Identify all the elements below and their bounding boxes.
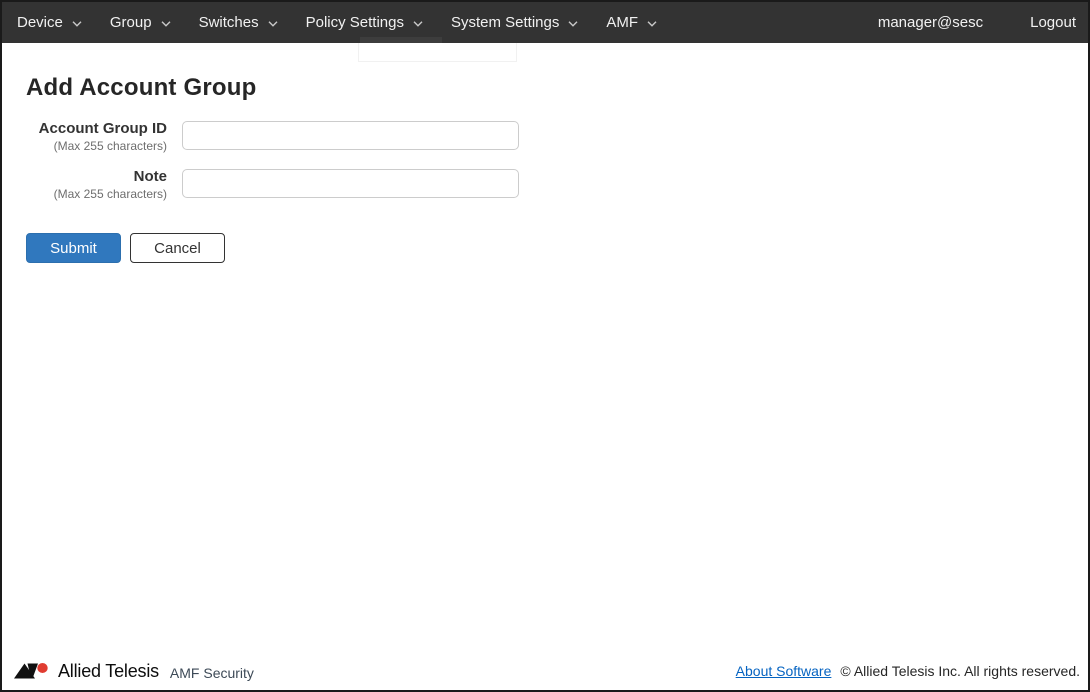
nav-item-label: System Settings bbox=[450, 14, 560, 31]
nav-item-label: AMF bbox=[606, 14, 639, 31]
footer-links: About Software © Allied Telesis Inc. All… bbox=[736, 663, 1080, 679]
note-hint: (Max 255 characters) bbox=[53, 187, 167, 201]
nav-item-group[interactable]: Group bbox=[108, 10, 173, 35]
nav-item-policy-settings[interactable]: Policy Settings bbox=[304, 10, 425, 35]
nav-item-label: Group bbox=[109, 14, 152, 31]
account-group-id-label-block: Account Group ID (Max 255 characters) bbox=[2, 120, 167, 153]
cancel-button[interactable]: Cancel bbox=[130, 233, 225, 263]
allied-telesis-logo-icon bbox=[14, 663, 48, 679]
nav-item-switches[interactable]: Switches bbox=[197, 10, 280, 35]
copyright-text: © Allied Telesis Inc. All rights reserve… bbox=[840, 663, 1080, 679]
nav-item-amf[interactable]: AMF bbox=[604, 10, 659, 35]
chevron-down-icon bbox=[568, 20, 578, 27]
account-group-id-label: Account Group ID bbox=[38, 120, 167, 137]
note-label: Note bbox=[133, 168, 167, 185]
page-title: Add Account Group bbox=[26, 74, 257, 101]
dropdown-remnant bbox=[358, 43, 517, 62]
account-group-id-input[interactable] bbox=[182, 121, 519, 150]
nav-item-device[interactable]: Device bbox=[15, 10, 84, 35]
nav-right: manager@sesc Logout bbox=[878, 14, 1076, 31]
submit-button[interactable]: Submit bbox=[26, 233, 121, 263]
note-input[interactable] bbox=[182, 169, 519, 198]
nav-menu: Device Group Switches Policy Settings Sy… bbox=[15, 10, 659, 35]
chevron-down-icon bbox=[72, 20, 82, 27]
brand-name: Allied Telesis bbox=[58, 660, 159, 681]
logged-in-user: manager@sesc bbox=[877, 14, 984, 31]
about-software-link[interactable]: About Software bbox=[736, 663, 832, 679]
chevron-down-icon bbox=[413, 20, 423, 27]
nav-item-label: Device bbox=[17, 14, 63, 31]
account-group-id-hint: (Max 255 characters) bbox=[53, 139, 167, 153]
nav-item-system-settings[interactable]: System Settings bbox=[449, 10, 580, 35]
chevron-down-icon bbox=[161, 20, 171, 27]
logout-button[interactable]: Logout bbox=[1030, 14, 1076, 31]
nav-item-label: Policy Settings bbox=[305, 14, 404, 31]
chevron-down-icon bbox=[268, 20, 278, 27]
nav-item-label: Switches bbox=[198, 14, 259, 31]
note-label-block: Note (Max 255 characters) bbox=[2, 168, 167, 201]
footer: Allied Telesis AMF Security About Softwa… bbox=[2, 658, 1088, 690]
top-navbar: Device Group Switches Policy Settings Sy… bbox=[2, 2, 1088, 43]
product-name: AMF Security bbox=[169, 664, 254, 681]
page: Device Group Switches Policy Settings Sy… bbox=[0, 0, 1090, 692]
footer-brand: Allied Telesis AMF Security bbox=[14, 661, 254, 682]
chevron-down-icon bbox=[647, 20, 657, 27]
